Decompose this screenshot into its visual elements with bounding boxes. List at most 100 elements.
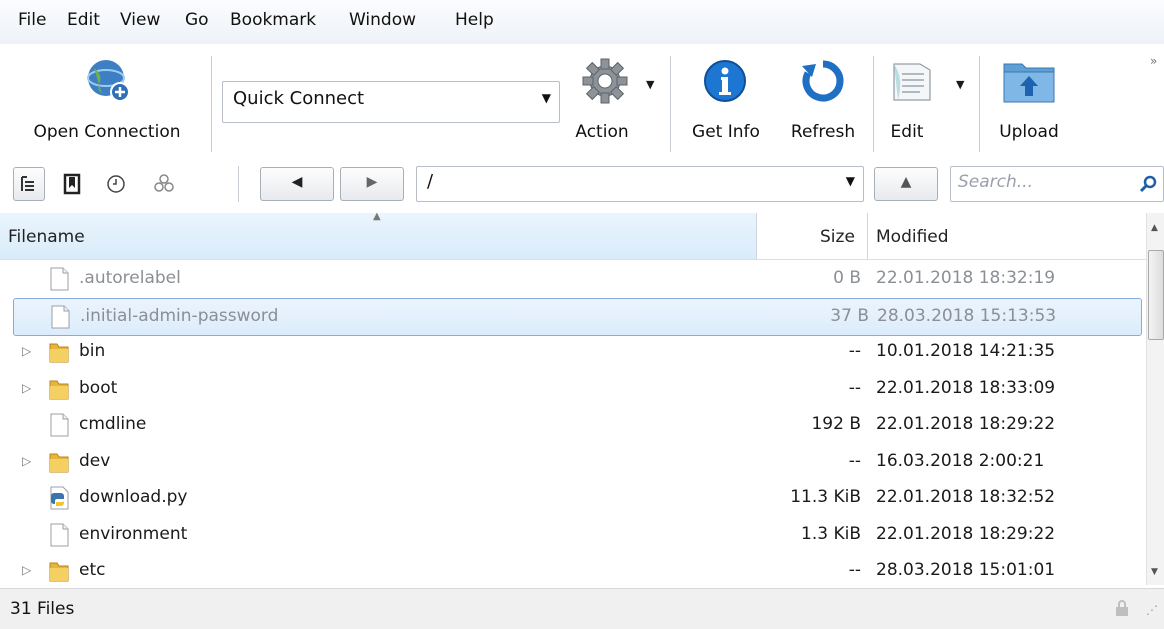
menu-edit[interactable]: Edit xyxy=(67,10,100,30)
toolbar-separator xyxy=(670,56,671,152)
scroll-up-icon[interactable]: ▲ xyxy=(1151,223,1158,233)
expand-arrow-icon[interactable]: ▷ xyxy=(22,344,31,358)
open-connection-label: Open Connection xyxy=(33,122,181,142)
file-modified: 22.01.2018 18:29:22 xyxy=(876,414,1056,434)
status-bar: 31 Files ⋰ xyxy=(0,588,1164,629)
file-name: cmdline xyxy=(79,414,147,434)
folder-icon xyxy=(48,377,69,401)
menu-file[interactable]: File xyxy=(18,10,46,30)
file-size: 0 B xyxy=(833,268,861,288)
get-info-label: Get Info xyxy=(692,122,760,142)
scroll-down-icon[interactable]: ▼ xyxy=(1151,567,1158,577)
file-name: etc xyxy=(79,560,106,580)
table-row[interactable]: .autorelabel 0 B 22.01.2018 18:32:19 xyxy=(0,261,1146,297)
upload-folder-icon xyxy=(1003,63,1055,103)
open-connection-button[interactable]: Open Connection xyxy=(14,50,200,150)
menu-window[interactable]: Window xyxy=(349,10,416,30)
table-row[interactable]: .initial-admin-password 37 B 28.03.2018 15… xyxy=(13,297,1142,336)
table-row[interactable]: ▷ dev -- 16.03.2018 2:00:21 xyxy=(0,444,1146,480)
edit-button[interactable]: ▼ Edit xyxy=(880,50,974,150)
quick-connect-value: Quick Connect xyxy=(233,88,365,109)
search-field[interactable]: Search... xyxy=(950,166,1164,202)
column-header-modified[interactable]: Modified xyxy=(876,227,949,247)
resize-grip-icon[interactable]: ⋰ xyxy=(1146,603,1158,617)
file-list-header: Filename ▲ Size Modified xyxy=(0,211,1146,260)
expand-arrow-icon[interactable]: ▷ xyxy=(22,563,31,577)
chevron-down-icon: ▼ xyxy=(845,174,855,188)
scrollbar-thumb[interactable] xyxy=(1148,250,1164,340)
refresh-button[interactable]: Refresh xyxy=(778,50,868,150)
gear-icon xyxy=(582,58,628,104)
table-row[interactable]: cmdline 192 B 22.01.2018 18:29:22 xyxy=(0,407,1146,443)
menu-bar: File Edit View Go Bookmark Window Help xyxy=(0,0,1164,45)
folder-icon xyxy=(48,340,69,364)
edit-dropdown-icon: ▼ xyxy=(956,78,965,91)
file-modified: 16.03.2018 2:00:21 xyxy=(876,450,1045,471)
file-modified: 28.03.2018 15:13:53 xyxy=(877,305,1057,326)
file-name: download.py xyxy=(79,487,188,507)
browser-view-button[interactable] xyxy=(13,167,45,201)
file-modified: 22.01.2018 18:29:22 xyxy=(876,523,1056,544)
table-row[interactable]: download.py 11.3 KiB 22.01.2018 18:32:52 xyxy=(0,480,1146,516)
back-arrow-icon: ◀ xyxy=(291,174,303,190)
parent-directory-button[interactable]: ▲ xyxy=(874,167,938,201)
file-modified: 22.01.2018 18:32:52 xyxy=(876,487,1056,507)
chevron-down-icon: ▼ xyxy=(541,91,551,105)
info-icon xyxy=(704,60,746,102)
expand-arrow-icon[interactable]: ▷ xyxy=(22,454,31,468)
path-value: / xyxy=(427,171,434,192)
menu-help[interactable]: Help xyxy=(455,10,494,30)
file-icon xyxy=(49,305,70,329)
search-placeholder: Search... xyxy=(958,172,1033,192)
upload-button[interactable]: Upload xyxy=(986,50,1072,150)
toolbar-separator xyxy=(211,56,212,152)
table-row[interactable]: ▷ etc -- 28.03.2018 15:01:01 xyxy=(0,553,1146,589)
menu-view[interactable]: View xyxy=(120,10,160,30)
forward-arrow-icon: ▶ xyxy=(366,174,378,190)
file-icon xyxy=(48,413,69,437)
python-file-icon xyxy=(48,486,69,510)
path-combo[interactable]: / ▼ xyxy=(416,166,864,202)
file-name: .initial-admin-password xyxy=(80,305,279,326)
bookmark-icon xyxy=(63,173,81,195)
menu-go[interactable]: Go xyxy=(185,10,209,30)
action-button[interactable]: ▼ Action xyxy=(566,50,662,150)
search-icon xyxy=(1139,175,1157,193)
notepad-edit-icon xyxy=(893,63,931,101)
history-button[interactable] xyxy=(102,169,130,199)
nav-separator xyxy=(238,166,239,202)
expand-arrow-icon[interactable]: ▷ xyxy=(22,381,31,395)
column-divider xyxy=(867,213,868,259)
file-modified: 28.03.2018 15:01:01 xyxy=(876,560,1056,580)
table-row[interactable]: ▷ bin -- 10.01.2018 14:21:35 xyxy=(0,334,1146,370)
column-header-size[interactable]: Size xyxy=(820,227,855,247)
action-dropdown-icon: ▼ xyxy=(646,78,655,91)
filename-header-label: Filename xyxy=(8,227,85,247)
back-button[interactable]: ◀ xyxy=(260,167,334,201)
file-size: -- xyxy=(848,341,861,361)
file-name: environment xyxy=(79,523,188,544)
upload-label: Upload xyxy=(999,122,1059,142)
toolbar: Open Connection Quick Connect ▼ ▼ Action xyxy=(0,44,1164,160)
menu-bookmark[interactable]: Bookmark xyxy=(230,10,316,30)
file-size: 1.3 KiB xyxy=(801,523,861,544)
file-count: 31 Files xyxy=(10,599,75,619)
toolbar-overflow-icon[interactable]: » xyxy=(1150,54,1157,68)
quick-connect-combo[interactable]: Quick Connect ▼ xyxy=(222,81,560,123)
file-size: 37 B xyxy=(830,305,869,326)
forward-button[interactable]: ▶ xyxy=(340,167,404,201)
get-info-button[interactable]: Get Info xyxy=(680,50,772,150)
file-modified: 10.01.2018 14:21:35 xyxy=(876,341,1056,361)
bonjour-button[interactable] xyxy=(150,169,178,199)
sort-ascending-icon: ▲ xyxy=(373,211,381,222)
edit-label: Edit xyxy=(890,122,924,142)
bookmarks-button[interactable] xyxy=(58,169,86,199)
table-row[interactable]: ▷ boot -- 22.01.2018 18:33:09 xyxy=(0,371,1146,407)
lock-icon xyxy=(1116,600,1128,616)
folder-icon xyxy=(48,450,69,474)
action-label: Action xyxy=(575,122,629,142)
column-header-filename[interactable]: Filename ▲ xyxy=(0,211,757,259)
file-name: dev xyxy=(79,450,111,471)
file-size: 192 B xyxy=(811,414,861,434)
table-row[interactable]: environment 1.3 KiB 22.01.2018 18:29:22 xyxy=(0,517,1146,553)
